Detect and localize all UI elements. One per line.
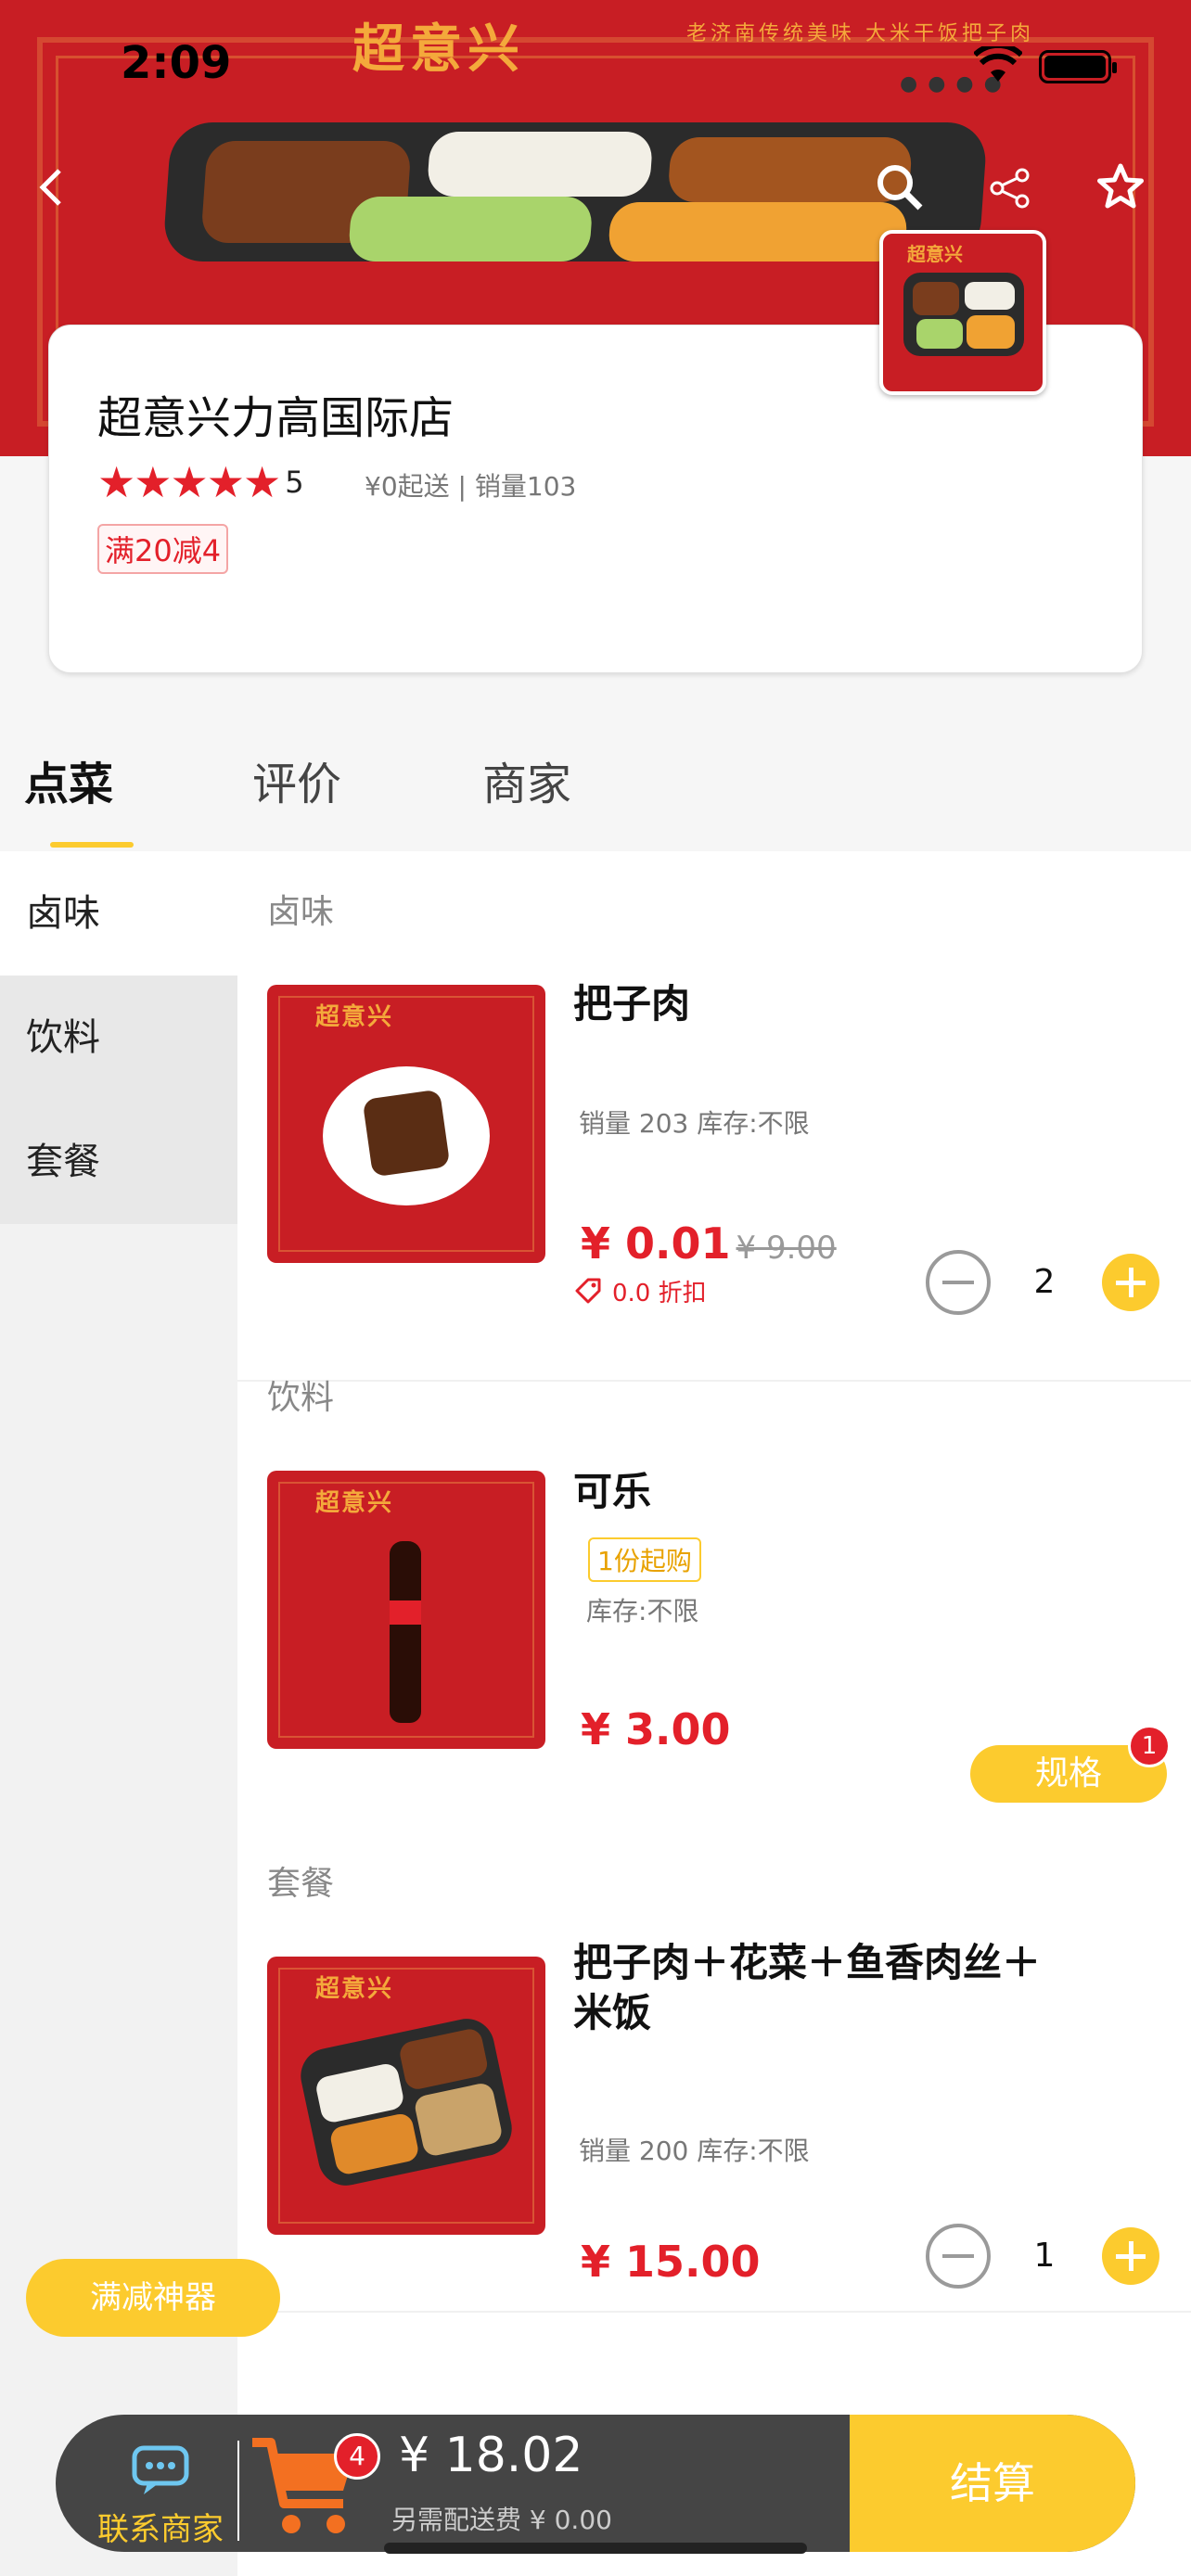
banner-slogan: 老济南传统美味 大米干饭把子肉 [686, 22, 1034, 45]
home-indicator [384, 2543, 807, 2554]
quantity-value: 2 [1033, 1263, 1056, 1301]
original-price: ¥ 9.00 [736, 1230, 837, 1267]
shop-sales: 销量103 [474, 471, 577, 502]
section-title: 饮料 [267, 1379, 335, 1417]
section-title: 卤味 [267, 893, 335, 931]
item-price: ¥ 15.00 [581, 2237, 761, 2287]
rating-value: 5 [285, 465, 304, 500]
cart-count-badge: 4 [334, 2433, 380, 2480]
item-name: 把子肉＋花菜＋鱼香肉丝＋米饭 [573, 1940, 1042, 2035]
tab-reviews[interactable]: 评价 [252, 747, 341, 812]
tab-merchant[interactable]: 商家 [482, 747, 571, 812]
shop-logo-tray [903, 273, 1024, 356]
promotion-tag: 满20减4 [97, 524, 229, 574]
star-icon: ★ [134, 457, 173, 507]
menu-list: 卤味 超意兴 把子肉 销量 203 库存:不限 ¥ 0.01 ¥ 9.00 0.0… [237, 851, 1191, 2576]
thumb-brand: 超意兴 [315, 1975, 394, 2003]
cart-total: ¥ 18.02 [399, 2428, 583, 2483]
quantity-value: 1 [1033, 2237, 1056, 2275]
meta-divider: | [457, 471, 475, 502]
cart-separator [237, 2441, 239, 2541]
decrease-quantity-button[interactable] [926, 1250, 991, 1315]
star-icon: ★ [206, 457, 245, 507]
tab-active-indicator [50, 842, 134, 848]
rating-stars: ★ ★ ★ ★ ★ 5 [97, 461, 304, 504]
current-price: ¥ 0.01 [581, 1218, 731, 1269]
contact-merchant-button[interactable]: 联系商家 [93, 2444, 228, 2549]
shop-meta: ¥0起送 | 销量103 [365, 466, 576, 504]
item-divider [237, 2311, 1191, 2313]
tab-order[interactable]: 点菜 [24, 747, 113, 812]
section-title: 套餐 [267, 1865, 335, 1903]
checkout-button[interactable]: 结算 [850, 2415, 1135, 2552]
shop-name: 超意兴力高国际店 [97, 392, 455, 444]
item-thumbnail[interactable]: 超意兴 [267, 1471, 545, 1749]
item-thumbnail[interactable]: 超意兴 [267, 985, 545, 1263]
decrease-quantity-button[interactable] [926, 2224, 991, 2289]
item-divider [237, 1380, 1191, 1382]
spec-count-badge: 1 [1128, 1725, 1171, 1767]
item-meta: 库存:不限 [586, 1596, 699, 1626]
min-buy-tag: 1份起购 [588, 1537, 701, 1582]
tab-bar: 点菜 评价 商家 [0, 697, 1191, 851]
cola-bottle [390, 1541, 421, 1723]
discount-text: 0.0 折扣 [612, 1280, 707, 1307]
item-name: 可乐 [573, 1469, 652, 1514]
wifi-icon [974, 46, 1022, 82]
discount-tool-button[interactable]: 满减神器 [26, 2259, 280, 2337]
item-meta: 销量 200 库存:不限 [579, 2136, 810, 2166]
sidebar-item-drinks[interactable]: 饮料 [0, 976, 237, 1100]
shop-logo-brand: 超意兴 [907, 243, 963, 265]
contact-merchant-label: 联系商家 [97, 2511, 224, 2548]
star-icon: ★ [243, 457, 282, 507]
discount-tag: 0.0 折扣 [573, 1274, 707, 1308]
share-icon[interactable] [989, 167, 1031, 210]
chat-icon [132, 2445, 189, 2494]
status-time: 2:09 [121, 37, 232, 89]
favorite-star-icon[interactable] [1096, 163, 1145, 210]
tag-icon [575, 1278, 601, 1303]
sidebar-item-lu[interactable]: 卤味 [0, 851, 237, 976]
star-icon: ★ [97, 457, 136, 507]
star-icon: ★ [170, 457, 209, 507]
back-icon[interactable] [37, 167, 65, 208]
banner-brand: 超意兴 [352, 19, 525, 80]
food-tray-image [161, 122, 989, 261]
battery-icon [1039, 50, 1117, 83]
item-thumbnail[interactable]: 超意兴 [267, 1957, 545, 2235]
item-meta: 销量 203 库存:不限 [579, 1108, 810, 1139]
thumb-brand: 超意兴 [315, 1003, 394, 1031]
cola-label [390, 1600, 421, 1625]
shop-logo: 超意兴 [879, 230, 1046, 395]
pork-piece [362, 1089, 451, 1178]
increase-quantity-button[interactable] [1102, 2227, 1159, 2285]
cart-bar: 联系商家 4 ¥ 18.02 另需配送费 ¥ 0.00 结算 [56, 2415, 1135, 2552]
item-name: 把子肉 [573, 981, 691, 1027]
search-icon[interactable] [876, 163, 924, 211]
item-price: ¥ 3.00 [581, 1704, 731, 1754]
increase-quantity-button[interactable] [1102, 1254, 1159, 1311]
thumb-brand: 超意兴 [315, 1489, 394, 1517]
app-root: 超意兴 老济南传统美味 大米干饭把子肉 2:09 ● ● ● ● 超意兴力高国际… [0, 0, 1191, 2576]
sidebar-item-combo[interactable]: 套餐 [0, 1100, 237, 1224]
delivery-fee: 另需配送费 ¥ 0.00 [391, 2505, 612, 2535]
min-order: ¥0起送 [365, 471, 450, 502]
item-price: ¥ 0.01 ¥ 9.00 [581, 1218, 837, 1269]
